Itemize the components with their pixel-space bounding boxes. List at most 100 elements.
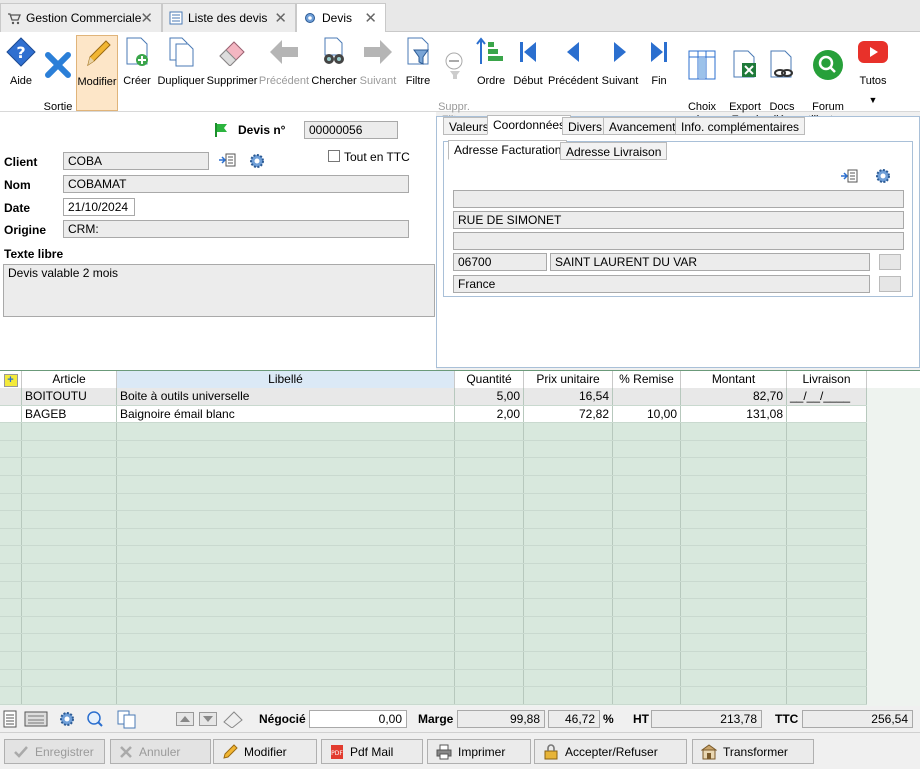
cell-prix[interactable] (524, 528, 613, 546)
cell-libelle[interactable]: Baignoire émail blanc (117, 405, 455, 423)
cell-prix[interactable] (524, 652, 613, 669)
row-selector[interactable] (0, 405, 22, 423)
cell-prix[interactable] (524, 423, 613, 440)
imprimer-button[interactable]: Imprimer (427, 739, 531, 764)
cell-article[interactable] (22, 687, 117, 704)
address-line2-field[interactable]: RUE DE SIMONET (453, 211, 904, 229)
close-icon[interactable]: ✕ (274, 9, 287, 27)
cell-article[interactable] (22, 634, 117, 651)
cell-montant[interactable] (681, 528, 787, 546)
copy-icon[interactable] (116, 709, 138, 729)
cell-montant[interactable] (681, 669, 787, 687)
cell-prix[interactable]: 16,54 (524, 388, 613, 405)
lookup-list-icon[interactable] (840, 168, 858, 184)
cell-livraison[interactable] (787, 634, 867, 651)
cell-libelle[interactable] (117, 564, 455, 581)
table-row[interactable] (0, 652, 867, 670)
table-row[interactable] (0, 440, 867, 459)
row-selector[interactable] (0, 476, 22, 493)
cell-montant[interactable] (681, 687, 787, 704)
cell-libelle[interactable] (117, 476, 455, 493)
table-row[interactable] (0, 599, 867, 617)
table-row[interactable] (0, 511, 867, 529)
cell-quantite[interactable] (455, 528, 524, 546)
tutos-button[interactable]: Tutos ▼ (856, 35, 890, 111)
eraser-icon[interactable] (222, 710, 244, 728)
cell-prix[interactable] (524, 440, 613, 458)
origine-field[interactable]: CRM: (63, 220, 409, 238)
table-row[interactable] (0, 581, 867, 600)
cell-quantite[interactable] (455, 669, 524, 687)
cell-article[interactable] (22, 564, 117, 581)
table-row[interactable] (0, 546, 867, 564)
cell-prix[interactable] (524, 634, 613, 651)
cell-montant[interactable] (681, 546, 787, 563)
cell-remise[interactable] (613, 511, 681, 528)
cell-libelle[interactable] (117, 669, 455, 687)
cell-montant[interactable] (681, 652, 787, 669)
column-header-libelle[interactable]: Libellé (117, 371, 455, 388)
suivant-button[interactable]: Suivant (600, 35, 640, 111)
dropdown-arrow-icon[interactable]: ▼ (856, 94, 890, 107)
cell-remise[interactable] (613, 493, 681, 511)
table-row[interactable] (0, 616, 867, 635)
forum-button[interactable]: Forum utilisateurs (802, 35, 855, 126)
table-row[interactable] (0, 669, 867, 688)
cell-montant[interactable] (681, 511, 787, 528)
row-selector[interactable] (0, 652, 22, 669)
cell-libelle[interactable] (117, 440, 455, 458)
column-header-article[interactable]: Article (22, 371, 117, 388)
cell-article[interactable] (22, 440, 117, 458)
cell-libelle[interactable] (117, 458, 455, 475)
cell-article[interactable] (22, 493, 117, 511)
devis-number-field[interactable]: 00000056 (304, 121, 398, 139)
cell-article[interactable] (22, 581, 117, 599)
table-row[interactable] (0, 476, 867, 494)
cell-remise[interactable] (613, 528, 681, 546)
cell-livraison[interactable] (787, 669, 867, 687)
pdf-mail-button[interactable]: PDF Pdf Mail (321, 739, 423, 764)
cell-prix[interactable] (524, 687, 613, 704)
modifier-action-button[interactable]: Modifier (213, 739, 317, 764)
city-field[interactable]: SAINT LAURENT DU VAR (550, 253, 870, 271)
cell-prix[interactable] (524, 546, 613, 563)
cell-quantite[interactable] (455, 581, 524, 599)
cell-libelle[interactable] (117, 511, 455, 528)
cell-libelle[interactable] (117, 634, 455, 651)
modifier-button[interactable]: Modifier (76, 35, 118, 111)
row-selector[interactable] (0, 511, 22, 528)
cell-livraison[interactable] (787, 405, 867, 423)
cell-livraison[interactable] (787, 458, 867, 475)
table-row[interactable] (0, 634, 867, 652)
cell-quantite[interactable] (455, 616, 524, 634)
cell-montant[interactable] (681, 493, 787, 511)
cell-remise[interactable] (613, 581, 681, 599)
address-line1-field[interactable] (453, 190, 904, 208)
row-selector[interactable] (0, 528, 22, 546)
cell-livraison[interactable] (787, 581, 867, 599)
cell-quantite[interactable] (455, 493, 524, 511)
cell-quantite[interactable] (455, 634, 524, 651)
docs-lies-button[interactable]: Docs liés (764, 35, 800, 126)
cell-livraison[interactable] (787, 546, 867, 563)
debut-button[interactable]: Début (510, 35, 546, 111)
add-line-icon[interactable]: + (0, 371, 22, 388)
cell-libelle[interactable] (117, 493, 455, 511)
cell-remise[interactable] (613, 440, 681, 458)
cell-livraison[interactable] (787, 493, 867, 511)
close-icon[interactable]: ✕ (364, 9, 377, 27)
cell-article[interactable] (22, 652, 117, 669)
row-selector[interactable] (0, 458, 22, 475)
row-selector[interactable] (0, 687, 22, 704)
filtre-button[interactable]: Filtre (402, 35, 434, 111)
column-header-livraison[interactable]: Livraison (787, 371, 867, 388)
cell-montant[interactable] (681, 564, 787, 581)
row-selector[interactable] (0, 493, 22, 511)
cell-article[interactable] (22, 476, 117, 493)
row-selector[interactable] (0, 546, 22, 563)
cell-quantite[interactable]: 2,00 (455, 405, 524, 423)
cell-article[interactable]: BAGEB (22, 405, 117, 423)
aide-button[interactable]: ? Aide (2, 35, 40, 111)
client-field[interactable]: COBA (63, 152, 209, 170)
cell-livraison[interactable] (787, 440, 867, 458)
